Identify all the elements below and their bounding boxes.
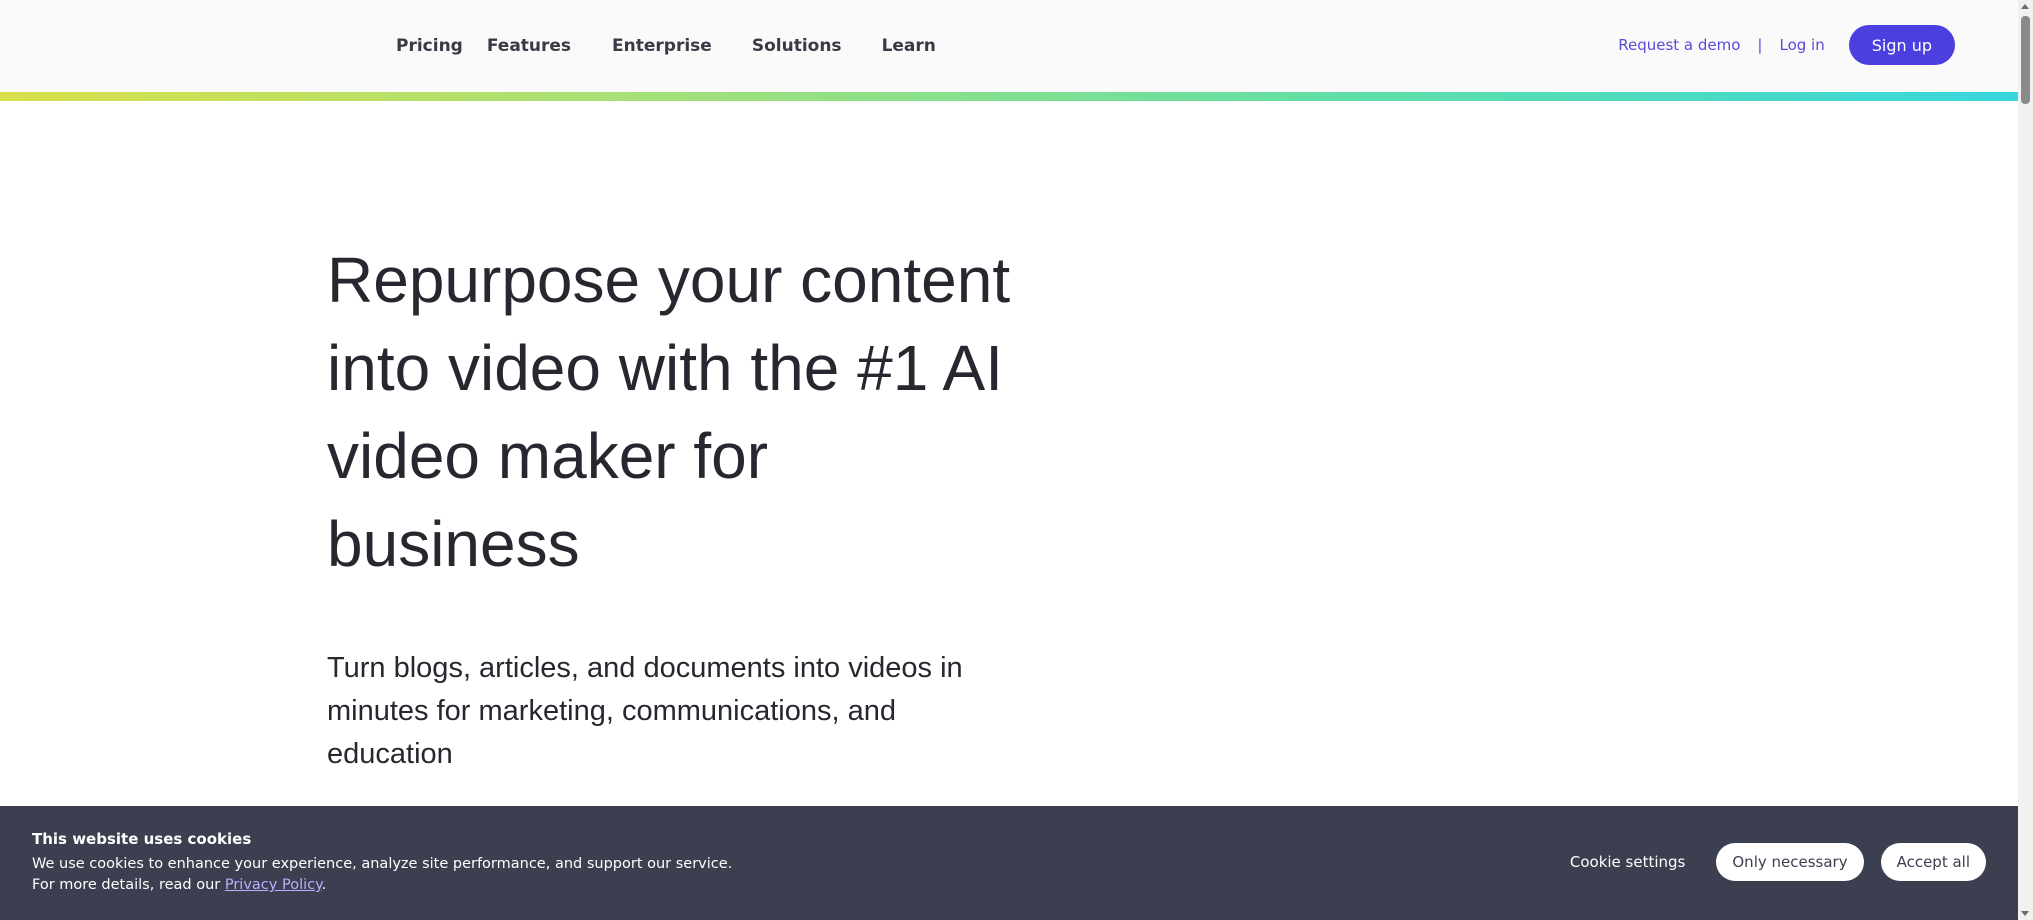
- only-necessary-button[interactable]: Only necessary: [1716, 843, 1864, 881]
- nav-item-learn[interactable]: Learn: [882, 36, 936, 56]
- main-nav: Pricing Features Enterprise Solutions Le…: [396, 0, 936, 92]
- cookie-banner-description: We use cookies to enhance your experienc…: [32, 856, 733, 893]
- nav-item-enterprise[interactable]: Enterprise: [612, 36, 712, 56]
- header-gradient-bar: [0, 92, 2018, 101]
- scrollbar-thumb[interactable]: [2021, 16, 2030, 104]
- scroll-up-arrow-icon[interactable]: [2021, 4, 2029, 9]
- accept-all-button[interactable]: Accept all: [1880, 843, 1986, 881]
- cookie-banner-text-end: .: [321, 877, 327, 893]
- page-scrollbar[interactable]: [2018, 0, 2033, 920]
- hero-subtitle: Turn blogs, articles, and documents into…: [327, 652, 963, 770]
- scroll-down-arrow-icon[interactable]: [2021, 911, 2029, 916]
- privacy-policy-link[interactable]: Privacy Policy: [225, 877, 322, 893]
- signup-button[interactable]: Sign up: [1848, 25, 1955, 65]
- cookie-banner-title: This website uses cookies: [32, 830, 252, 848]
- page: Pricing Features Enterprise Solutions Le…: [0, 0, 2033, 920]
- site-header: Pricing Features Enterprise Solutions Le…: [0, 0, 2018, 92]
- nav-item-features[interactable]: Features: [487, 36, 571, 56]
- cookie-banner-text: We use cookies to enhance your experienc…: [32, 854, 752, 896]
- header-separator: |: [1757, 36, 1763, 54]
- cookie-settings-button[interactable]: Cookie settings: [1570, 853, 1686, 871]
- nav-item-solutions[interactable]: Solutions: [752, 36, 842, 56]
- hero-title: Repurpose your content into video with t…: [327, 244, 1011, 580]
- header-actions: Request a demo | Log in Sign up: [1618, 25, 1955, 65]
- cookie-banner: This website uses cookies We use cookies…: [0, 806, 2018, 920]
- nav-item-pricing[interactable]: Pricing: [396, 36, 463, 56]
- cookie-actions: Cookie settings Only necessary Accept al…: [1570, 843, 1986, 881]
- login-link[interactable]: Log in: [1779, 36, 1824, 54]
- request-demo-link[interactable]: Request a demo: [1618, 36, 1740, 54]
